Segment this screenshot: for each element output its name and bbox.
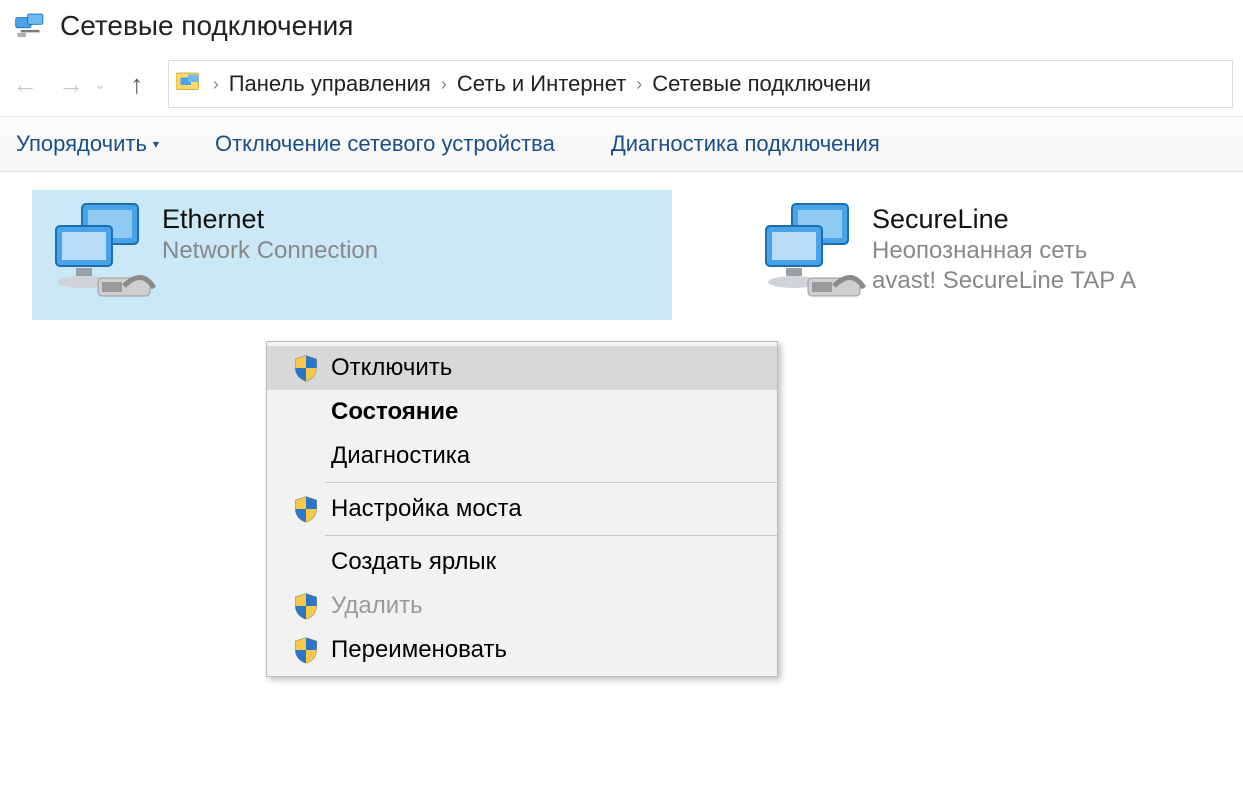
nav-row: ← → ⌄ ↑ › Панель управления › Сеть и Инт…	[0, 56, 1243, 116]
menu-item-bridge[interactable]: Настройка моста	[267, 487, 777, 531]
nav-up-button[interactable]: ↑	[122, 69, 152, 99]
connection-name: SecureLine	[872, 204, 1136, 235]
breadcrumb-sep-icon: ›	[211, 74, 221, 95]
organize-button[interactable]: Упорядочить ▾	[8, 129, 167, 159]
network-adapter-icon	[752, 198, 872, 308]
title-bar: Сетевые подключения	[0, 0, 1243, 56]
network-adapter-icon	[42, 198, 162, 308]
diagnose-label: Диагностика подключения	[611, 131, 880, 157]
uac-shield-icon	[285, 495, 327, 523]
connection-name: Ethernet	[162, 204, 378, 235]
menu-item-delete: Удалить	[267, 584, 777, 628]
network-connections-icon	[14, 12, 48, 40]
uac-shield-icon	[285, 354, 327, 382]
breadcrumb-network-connections[interactable]: Сетевые подключени	[644, 71, 879, 97]
nav-back-button[interactable]: ←	[10, 69, 40, 99]
menu-item-shortcut[interactable]: Создать ярлык	[267, 540, 777, 584]
breadcrumb-control-panel[interactable]: Панель управления	[221, 71, 439, 97]
menu-label: Удалить	[327, 592, 423, 620]
connection-status: Network Connection	[162, 237, 378, 265]
connection-secureline[interactable]: SecureLine Неопознанная сеть avast! Secu…	[752, 190, 1232, 320]
menu-label: Отключить	[327, 354, 452, 382]
uac-shield-icon	[285, 636, 327, 664]
menu-item-status[interactable]: Состояние	[267, 390, 777, 434]
connection-status: Неопознанная сеть	[872, 237, 1136, 265]
connection-text: Ethernet Network Connection	[162, 198, 378, 265]
command-bar: Упорядочить ▾ Отключение сетевого устрой…	[0, 116, 1243, 172]
context-menu: Отключить Состояние Диагностика Настройк…	[266, 341, 778, 677]
menu-item-rename[interactable]: Переименовать	[267, 628, 777, 672]
breadcrumb-sep-icon: ›	[634, 74, 644, 95]
menu-item-disable[interactable]: Отключить	[267, 346, 777, 390]
address-location-icon	[173, 70, 209, 98]
nav-recent-dropdown[interactable]: ⌄	[94, 76, 106, 93]
chevron-down-icon: ▾	[153, 137, 159, 151]
connection-ethernet[interactable]: Ethernet Network Connection	[32, 190, 672, 320]
menu-label: Создать ярлык	[327, 548, 496, 576]
window-title: Сетевые подключения	[60, 10, 353, 42]
menu-label: Состояние	[327, 398, 458, 426]
organize-label: Упорядочить	[16, 131, 147, 157]
connection-adapter: avast! SecureLine TAP A	[872, 267, 1136, 295]
breadcrumb-network-internet[interactable]: Сеть и Интернет	[449, 71, 634, 97]
uac-shield-icon	[285, 592, 327, 620]
breadcrumb-sep-icon: ›	[439, 74, 449, 95]
address-bar[interactable]: › Панель управления › Сеть и Интернет › …	[168, 60, 1233, 108]
nav-forward-button[interactable]: →	[56, 69, 86, 99]
connection-text: SecureLine Неопознанная сеть avast! Secu…	[872, 198, 1136, 295]
connections-area: Ethernet Network Connection SecureLine Н…	[0, 172, 1243, 320]
disable-device-button[interactable]: Отключение сетевого устройства	[207, 129, 563, 159]
menu-divider	[325, 535, 777, 536]
disable-device-label: Отключение сетевого устройства	[215, 131, 555, 157]
menu-label: Переименовать	[327, 636, 507, 664]
menu-item-diagnose[interactable]: Диагностика	[267, 434, 777, 478]
menu-label: Настройка моста	[327, 495, 522, 523]
menu-divider	[325, 482, 777, 483]
menu-label: Диагностика	[327, 442, 470, 470]
diagnose-connection-button[interactable]: Диагностика подключения	[603, 129, 888, 159]
